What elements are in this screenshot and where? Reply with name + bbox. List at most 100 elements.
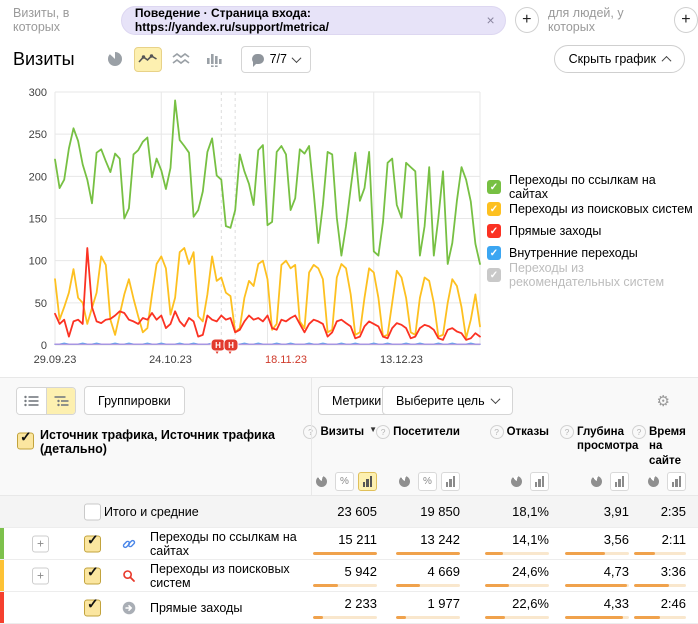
row-checkbox[interactable]: ✓ bbox=[84, 535, 101, 552]
row-label[interactable]: Переходы из поисковых систем bbox=[150, 562, 312, 590]
row-label[interactable]: Прямые заходы bbox=[150, 601, 242, 615]
column-header-label: Глубина просмотра bbox=[577, 425, 629, 454]
chip-close-icon[interactable]: × bbox=[487, 12, 495, 28]
legend-checkbox[interactable]: ✓ bbox=[487, 246, 501, 260]
note-badge[interactable]: Н bbox=[211, 339, 225, 354]
bars-display-toggle[interactable] bbox=[358, 472, 377, 491]
column-header-4[interactable]: ?Время на сайте bbox=[632, 425, 698, 468]
column-chart-icon bbox=[206, 52, 222, 67]
pie-display-toggle[interactable] bbox=[644, 472, 663, 491]
legend-checkbox[interactable]: ✓ bbox=[487, 202, 501, 216]
chart-type-columns-button[interactable] bbox=[200, 47, 228, 72]
column-header-1[interactable]: ?Посетители bbox=[380, 425, 463, 439]
totals-checkbox[interactable] bbox=[84, 503, 101, 520]
goal-select-dropdown[interactable]: Выберите цель bbox=[382, 386, 513, 415]
report-table-section: Группировки Метрики Выберите цель ⚙ ✓ Ис… bbox=[0, 377, 698, 605]
bars-display-toggle[interactable] bbox=[441, 472, 460, 491]
legend-checkbox[interactable]: ✓ bbox=[487, 224, 501, 238]
legend-checkbox[interactable]: ✓ bbox=[487, 180, 501, 194]
metric-cell: 3,56 bbox=[552, 532, 632, 555]
metric-cell: 2:11 bbox=[632, 532, 698, 555]
row-checkbox[interactable]: ✓ bbox=[84, 599, 101, 616]
help-icon[interactable]: ? bbox=[632, 425, 646, 439]
select-all-checkbox[interactable]: ✓ bbox=[17, 432, 34, 449]
metric-value: 2:35 bbox=[661, 504, 686, 519]
metric-minibar bbox=[634, 552, 686, 555]
bars-display-toggle[interactable] bbox=[667, 472, 686, 491]
chart-type-line-button[interactable] bbox=[134, 47, 162, 72]
metric-cell: 3:36 bbox=[632, 564, 698, 587]
table-row-1: + ✓ Переходы из поисковых систем5 942 4 669… bbox=[0, 560, 698, 592]
metric-cell: 5 942 bbox=[312, 564, 380, 587]
hide-chart-button[interactable]: Скрыть график bbox=[554, 45, 685, 73]
chevron-down-icon bbox=[292, 53, 302, 63]
help-icon[interactable]: ? bbox=[560, 425, 574, 439]
metric-minibar bbox=[565, 616, 629, 619]
bars-display-toggle[interactable] bbox=[610, 472, 629, 491]
row-label: Итого и средние bbox=[104, 505, 199, 519]
legend-item-0[interactable]: ✓Переходы по ссылкам на сайтах bbox=[487, 180, 698, 194]
svg-text:50: 50 bbox=[35, 298, 47, 310]
tree-view-button[interactable] bbox=[46, 388, 75, 414]
view-mode-switch bbox=[16, 387, 76, 415]
help-icon[interactable]: ? bbox=[376, 425, 390, 439]
legend-label: Переходы по ссылкам на сайтах bbox=[509, 173, 698, 201]
link-icon bbox=[122, 537, 136, 551]
svg-text:200: 200 bbox=[29, 171, 47, 183]
tree-view-icon bbox=[54, 395, 69, 407]
svg-text:150: 150 bbox=[29, 214, 47, 226]
row-name-cell: Итого и средние bbox=[0, 496, 312, 527]
note-badge[interactable]: Н bbox=[224, 339, 238, 354]
comment-bubble-icon bbox=[252, 54, 264, 64]
metric-cell: 4,33 bbox=[552, 596, 632, 619]
check-icon: ✓ bbox=[87, 595, 99, 612]
legend-item-3[interactable]: ✓Внутренние переходы bbox=[487, 246, 698, 260]
row-source-icon bbox=[122, 537, 136, 551]
goal-label: Выберите цель bbox=[396, 394, 485, 408]
toggle-group-2 bbox=[463, 472, 552, 491]
expand-row-button[interactable]: + bbox=[32, 535, 49, 552]
metric-value: 2:46 bbox=[661, 596, 686, 611]
column-header-2[interactable]: ?Отказы bbox=[463, 425, 552, 439]
percent-toggle-icon: % bbox=[423, 476, 432, 487]
add-visit-condition-button[interactable]: + bbox=[515, 7, 539, 33]
legend-checkbox[interactable]: ✓ bbox=[487, 268, 501, 282]
help-icon[interactable]: ? bbox=[490, 425, 504, 439]
expand-row-button[interactable]: + bbox=[32, 567, 49, 584]
groupings-button[interactable]: Группировки bbox=[84, 386, 185, 415]
metric-value: 18,1% bbox=[512, 504, 549, 519]
metric-value: 22,6% bbox=[512, 596, 549, 611]
bars-toggle-icon bbox=[363, 476, 373, 487]
metric-value: 1 977 bbox=[427, 596, 460, 611]
segment-chip[interactable]: Поведение · Страница входа: https://yand… bbox=[121, 6, 506, 35]
table-settings-button[interactable]: ⚙ bbox=[651, 391, 676, 411]
column-header-3[interactable]: ?Глубина просмотра bbox=[552, 425, 632, 454]
metric-minibar bbox=[396, 584, 460, 587]
check-icon: ✓ bbox=[87, 531, 99, 548]
segments-counter-dropdown[interactable]: 7/7 bbox=[241, 46, 311, 73]
pie-display-toggle[interactable] bbox=[507, 472, 526, 491]
chart-type-area-button[interactable] bbox=[167, 47, 195, 72]
add-people-condition-button[interactable]: + bbox=[674, 7, 698, 33]
metric-cell: 13 242 bbox=[380, 532, 463, 555]
metric-value: 3,91 bbox=[604, 504, 629, 519]
metric-cell: 23 605 bbox=[312, 504, 380, 519]
segments-counter-value: 7/7 bbox=[270, 52, 287, 66]
metric-value: 4 669 bbox=[427, 564, 460, 579]
check-icon: ✓ bbox=[20, 428, 32, 445]
list-view-button[interactable] bbox=[17, 388, 46, 414]
row-label[interactable]: Переходы по ссылкам на сайтах bbox=[150, 530, 312, 558]
pie-display-toggle[interactable] bbox=[395, 472, 414, 491]
column-header-label: Визиты bbox=[320, 425, 364, 439]
legend-item-4[interactable]: ✓Переходы из рекомендательных систем bbox=[487, 268, 698, 282]
percent-display-toggle[interactable]: % bbox=[335, 472, 354, 491]
pie-display-toggle[interactable] bbox=[587, 472, 606, 491]
column-header-0[interactable]: ?Визиты▼ bbox=[312, 425, 380, 439]
legend-item-2[interactable]: ✓Прямые заходы bbox=[487, 224, 698, 238]
bars-display-toggle[interactable] bbox=[530, 472, 549, 491]
chart-type-pie-button[interactable] bbox=[101, 47, 129, 72]
legend-item-1[interactable]: ✓Переходы из поисковых систем bbox=[487, 202, 698, 216]
row-checkbox[interactable]: ✓ bbox=[84, 567, 101, 584]
pie-display-toggle[interactable] bbox=[312, 472, 331, 491]
percent-display-toggle[interactable]: % bbox=[418, 472, 437, 491]
